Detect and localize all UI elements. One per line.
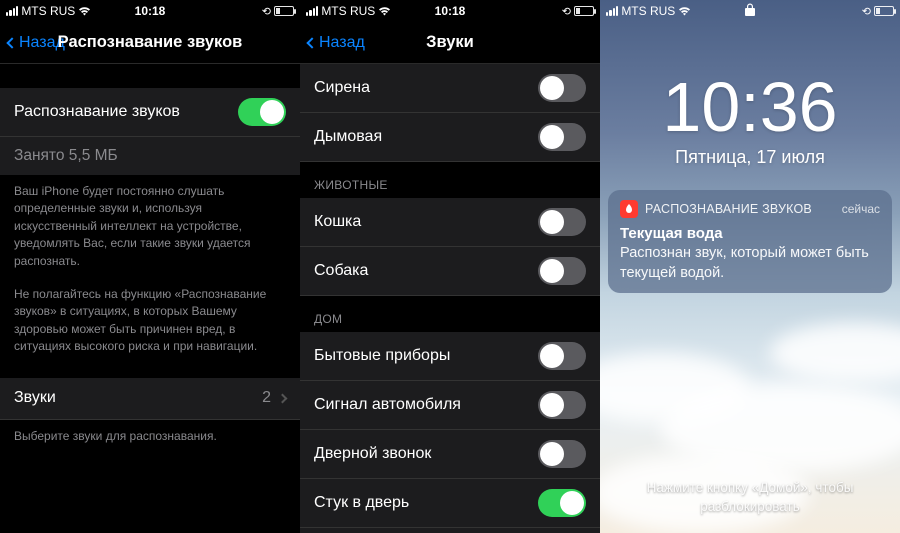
row-doorbell: Дверной звонок — [300, 430, 600, 479]
back-label: Назад — [19, 34, 65, 52]
toggle-sound-recognition[interactable] — [238, 98, 286, 126]
phone-lockscreen: MTS RUS ⟲ 10:36 Пятница, 17 июля РАСПОЗН… — [600, 0, 900, 533]
notification-app-icon — [620, 200, 638, 218]
notification-timestamp: сейчас — [842, 202, 880, 216]
section-animals: ЖИВОТНЫЕ — [300, 162, 600, 198]
notification-card[interactable]: РАСПОЗНАВАНИЕ ЗВУКОВ сейчас Текущая вода… — [608, 190, 892, 293]
row-siren: Сирена — [300, 64, 600, 113]
battery-icon — [574, 6, 594, 16]
toggle-smoke[interactable] — [538, 123, 586, 151]
label-siren: Сирена — [314, 79, 370, 97]
unlock-hint: Нажмите кнопку «Домой», чтобы разблокиро… — [600, 479, 900, 517]
toggle-door-knock[interactable] — [538, 489, 586, 517]
label-cat: Кошка — [314, 213, 361, 231]
status-bar: MTS RUS 10:18 ⟲ — [300, 0, 600, 22]
battery-icon — [874, 6, 894, 16]
toggle-label: Распознавание звуков — [14, 103, 180, 121]
back-button[interactable]: Назад — [8, 34, 65, 52]
chevron-left-icon — [306, 37, 317, 48]
sounds-label: Звуки — [14, 389, 56, 407]
row-smoke: Дымовая — [300, 113, 600, 162]
row-car-horn: Сигнал автомобиля — [300, 381, 600, 430]
status-time: 10:18 — [300, 4, 600, 18]
label-car-horn: Сигнал автомобиля — [314, 396, 461, 414]
lockscreen-clock: 10:36 Пятница, 17 июля — [600, 67, 900, 168]
back-label: Назад — [319, 34, 365, 52]
row-dog: Собака — [300, 247, 600, 296]
lock-icon — [745, 3, 755, 16]
status-bar: MTS RUS ⟲ — [600, 0, 900, 22]
phone-sounds-list: MTS RUS 10:18 ⟲ Назад Звуки Сирена Дымов… — [300, 0, 600, 533]
label-door-knock: Стук в дверь — [314, 494, 409, 512]
notification-body: Распознан звук, который может быть текущ… — [620, 244, 880, 283]
storage-info: Занято 5,5 МБ — [0, 137, 300, 175]
lockscreen-date: Пятница, 17 июля — [600, 147, 900, 168]
chevron-left-icon — [6, 37, 17, 48]
status-time: 10:18 — [0, 4, 300, 18]
toggle-cat[interactable] — [538, 208, 586, 236]
lockscreen-time: 10:36 — [600, 67, 900, 147]
battery-icon — [274, 6, 294, 16]
label-appliances: Бытовые приборы — [314, 347, 450, 365]
toggle-dog[interactable] — [538, 257, 586, 285]
sounds-count: 2 — [262, 389, 271, 407]
back-button[interactable]: Назад — [308, 34, 365, 52]
nav-header: Назад Звуки — [300, 22, 600, 64]
sounds-hint: Выберите звуки для распознавания. — [0, 420, 300, 453]
status-bar: MTS RUS 10:18 ⟲ — [0, 0, 300, 22]
phone-sound-recognition: MTS RUS 10:18 ⟲ Назад Распознавание звук… — [0, 0, 300, 533]
lock-status-icon — [600, 3, 900, 19]
toggle-siren[interactable] — [538, 74, 586, 102]
row-sound-recognition: Распознавание звуков — [0, 88, 300, 137]
toggle-appliances[interactable] — [538, 342, 586, 370]
section-home: ДОМ — [300, 296, 600, 332]
label-doorbell: Дверной звонок — [314, 445, 431, 463]
description-text-2: Не полагайтесь на функцию «Распознавание… — [0, 278, 300, 364]
notification-title: Текущая вода — [620, 225, 880, 242]
toggle-doorbell[interactable] — [538, 440, 586, 468]
toggle-car-horn[interactable] — [538, 391, 586, 419]
notification-app-name: РАСПОЗНАВАНИЕ ЗВУКОВ — [645, 202, 835, 216]
row-sounds-link[interactable]: Звуки 2 — [0, 378, 300, 420]
chevron-right-icon — [278, 393, 288, 403]
row-running-water: Текущая вода — [300, 528, 600, 533]
nav-header: Назад Распознавание звуков — [0, 22, 300, 64]
row-appliances: Бытовые приборы — [300, 332, 600, 381]
row-door-knock: Стук в дверь — [300, 479, 600, 528]
description-text-1: Ваш iPhone будет постоянно слушать опред… — [0, 175, 300, 278]
label-smoke: Дымовая — [314, 128, 382, 146]
label-dog: Собака — [314, 262, 368, 280]
row-cat: Кошка — [300, 198, 600, 247]
